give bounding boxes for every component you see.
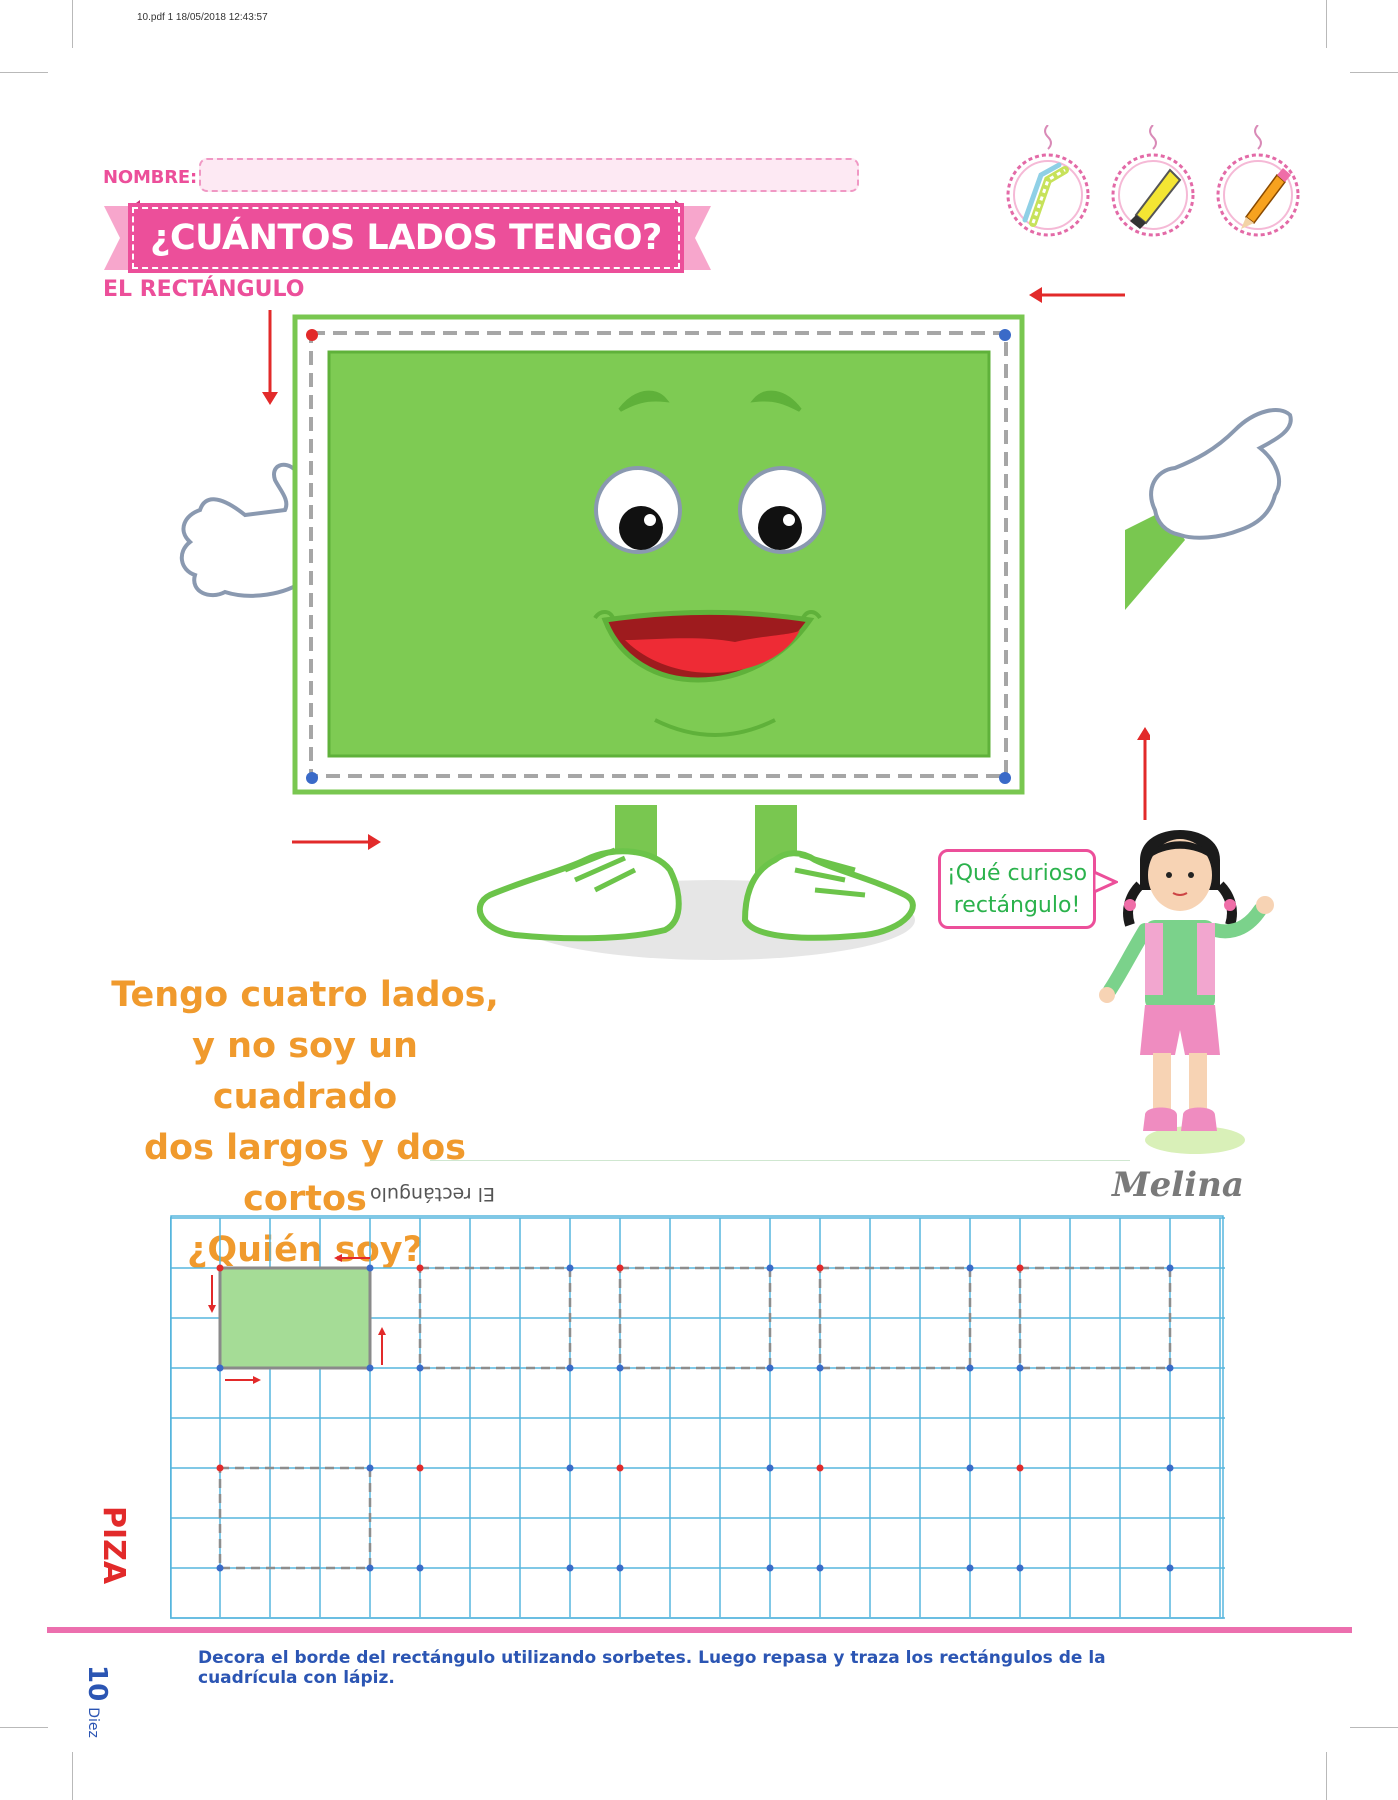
crop-mark xyxy=(0,1727,48,1728)
print-header: 10.pdf 1 18/05/2018 12:43:57 xyxy=(137,12,268,23)
crop-mark xyxy=(1326,1752,1327,1800)
page-number-value: 10 xyxy=(82,1665,112,1702)
corner-dot xyxy=(1016,1364,1024,1372)
corner-dot xyxy=(1166,1364,1174,1372)
corner-dot xyxy=(966,1564,974,1572)
crop-mark xyxy=(72,1752,73,1800)
corner-dot xyxy=(366,1564,374,1572)
speech-bubble-tail xyxy=(1094,870,1118,894)
corner-dot xyxy=(966,1364,974,1372)
speech-bubble: ¡Qué curioso rectángulo! xyxy=(938,849,1096,929)
glue-icon xyxy=(1111,125,1195,237)
corner-dot xyxy=(616,1364,624,1372)
crop-mark xyxy=(72,0,73,48)
corner-dot xyxy=(816,1464,824,1472)
riddle-line: y no soy un cuadrado xyxy=(192,1026,418,1117)
corner-dot xyxy=(1016,1564,1024,1572)
corner-dot xyxy=(616,1264,624,1272)
corner-dot xyxy=(366,1264,374,1272)
corner-dot xyxy=(566,1364,574,1372)
corner-dot xyxy=(566,1564,574,1572)
corner-dot xyxy=(1166,1264,1174,1272)
footer-divider xyxy=(47,1627,1352,1633)
publisher-logo: PIZA xyxy=(98,1506,130,1585)
corner-dot xyxy=(816,1364,824,1372)
crop-mark xyxy=(0,72,48,73)
page-number-word: Diez xyxy=(85,1707,101,1738)
corner-dot xyxy=(416,1264,424,1272)
corner-dot xyxy=(966,1464,974,1472)
corner-dot xyxy=(816,1564,824,1572)
corner-dot xyxy=(1166,1564,1174,1572)
crop-mark xyxy=(1350,72,1398,73)
name-field[interactable] xyxy=(199,158,859,192)
girl-illustration xyxy=(1099,830,1274,1154)
riddle-line: Tengo cuatro lados, xyxy=(111,975,499,1015)
crop-mark xyxy=(1326,0,1327,48)
corner-dot xyxy=(766,1564,774,1572)
corner-dot xyxy=(766,1364,774,1372)
upside-down-answer: El rectángulo xyxy=(370,1183,495,1205)
page-number: 10 Diez xyxy=(82,1665,112,1738)
corner-dot xyxy=(216,1564,224,1572)
corner-dot xyxy=(1016,1464,1024,1472)
corner-dot xyxy=(416,1364,424,1372)
corner-dot xyxy=(616,1564,624,1572)
corner-dot xyxy=(566,1464,574,1472)
direction-arrows xyxy=(262,287,1150,850)
corner-dot xyxy=(816,1264,824,1272)
corner-dot xyxy=(366,1464,374,1472)
corner-dot xyxy=(416,1464,424,1472)
riddle-line: dos largos y dos cortos xyxy=(143,1128,467,1219)
name-label: NOMBRE: xyxy=(103,167,197,188)
corner-dot xyxy=(766,1264,774,1272)
separator-line xyxy=(430,1160,1130,1161)
corner-dot xyxy=(966,1264,974,1272)
corner-dot xyxy=(1016,1264,1024,1272)
character-name: Melina xyxy=(1112,1165,1244,1205)
pencil-icon xyxy=(1216,125,1300,237)
corner-dot xyxy=(216,1364,224,1372)
corner-dot xyxy=(216,1264,224,1272)
tracing-grid xyxy=(170,1215,1225,1619)
instruction-text: Decora el borde del rectángulo utilizand… xyxy=(198,1648,1106,1688)
corner-dot xyxy=(216,1464,224,1472)
corner-dot xyxy=(616,1464,624,1472)
corner-dot xyxy=(366,1364,374,1372)
svg-text:PIZA: PIZA xyxy=(98,1506,130,1585)
corner-dot xyxy=(766,1464,774,1472)
corner-dot xyxy=(1166,1464,1174,1472)
crop-mark xyxy=(1350,1727,1398,1728)
corner-dot xyxy=(566,1264,574,1272)
page-title: ¿CUÁNTOS LADOS TENGO? xyxy=(128,203,684,273)
corner-dot xyxy=(416,1564,424,1572)
straw-icon xyxy=(1006,125,1090,237)
